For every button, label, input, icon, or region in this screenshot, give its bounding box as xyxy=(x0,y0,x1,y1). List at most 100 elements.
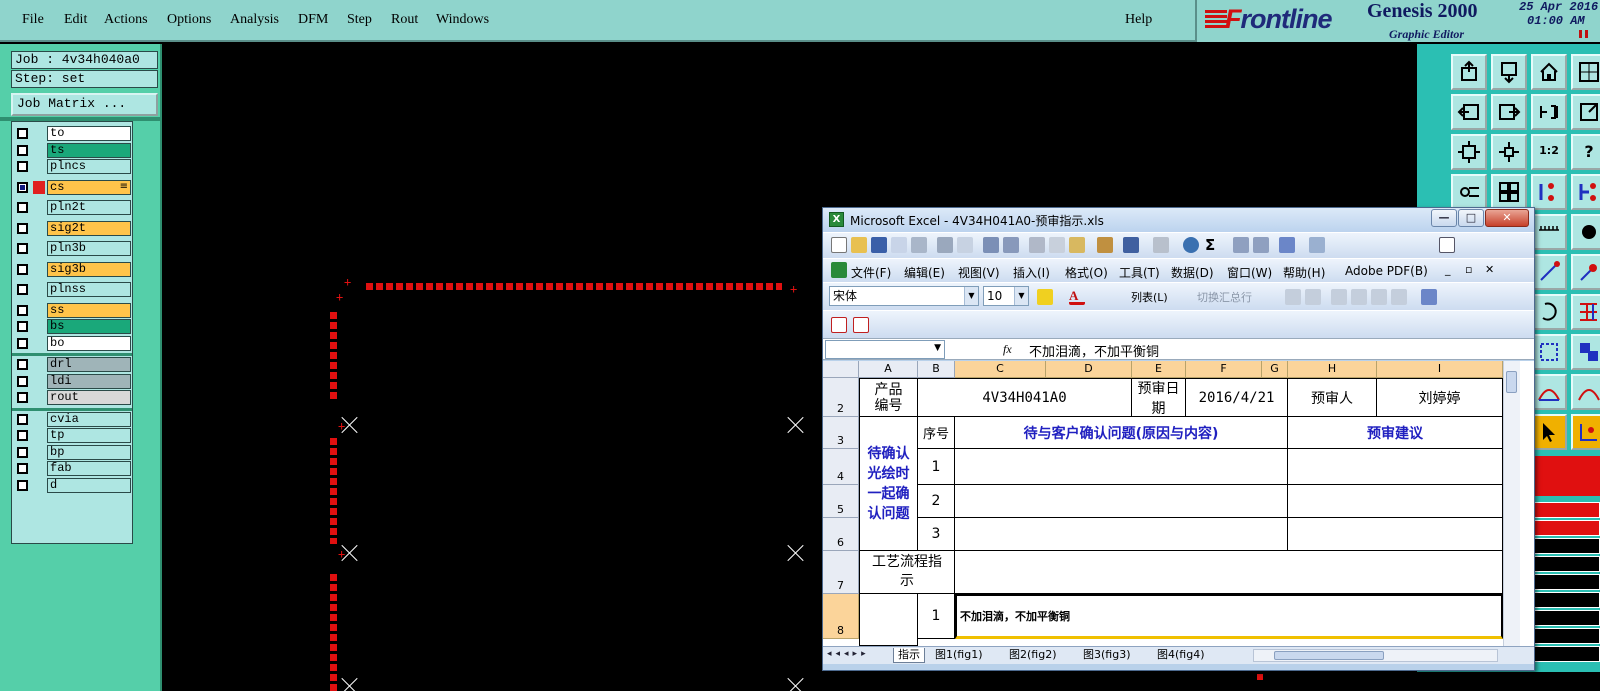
list-tool-icon[interactable] xyxy=(1351,289,1367,305)
layer-row[interactable]: ldi xyxy=(14,373,132,389)
print-icon[interactable] xyxy=(937,237,953,253)
font-color-icon[interactable]: A xyxy=(1069,289,1085,305)
layer-name[interactable]: bp xyxy=(47,444,131,460)
layer-row[interactable]: drl xyxy=(14,357,132,372)
toggle-total-row[interactable]: 切换汇总行 xyxy=(1197,289,1252,305)
layer-name[interactable]: fab xyxy=(47,461,131,476)
list-tool-icon[interactable] xyxy=(1305,289,1321,305)
email-icon[interactable] xyxy=(911,237,927,253)
worksheet[interactable]: A B C D E F G H I 2 3 4 5 6 7 8 产品 编号 4V… xyxy=(823,361,1534,646)
column-header[interactable]: G xyxy=(1262,361,1288,378)
rotate-icon[interactable] xyxy=(1531,294,1567,330)
layer-row[interactable]: rout xyxy=(14,390,132,405)
doc-close-button[interactable]: ✕ xyxy=(1485,263,1494,276)
layer-row[interactable]: fab xyxy=(14,461,132,476)
research-icon[interactable] xyxy=(1003,237,1019,253)
measure-icon[interactable] xyxy=(1451,174,1487,210)
cell-process-label[interactable]: 工艺流程指示 xyxy=(859,551,955,594)
cell-seq-1[interactable]: 1 xyxy=(918,449,955,485)
menu-edit[interactable]: 编辑(E) xyxy=(904,264,945,281)
doc-restore-button[interactable]: ▫ xyxy=(1465,263,1472,276)
pointer-icon[interactable] xyxy=(1531,414,1567,450)
layer-name[interactable]: d xyxy=(47,477,131,493)
pad-icon[interactable] xyxy=(1571,214,1600,250)
autosum-icon[interactable]: Σ xyxy=(1205,237,1221,253)
chart-icon[interactable] xyxy=(1421,289,1437,305)
menu-adobe-pdf[interactable]: Adobe PDF(B) xyxy=(1345,264,1428,278)
snap-pointer-icon[interactable] xyxy=(1571,414,1600,450)
select-box-icon[interactable] xyxy=(1531,334,1567,370)
layer-row[interactable]: pln2t xyxy=(14,200,132,215)
layer-name[interactable]: drl xyxy=(47,357,131,372)
grid-view-icon[interactable] xyxy=(1571,54,1600,90)
menu-options[interactable]: Options xyxy=(167,12,211,28)
layer-checkbox[interactable] xyxy=(17,243,28,254)
column-header[interactable]: A xyxy=(859,361,918,378)
column-header[interactable]: H xyxy=(1288,361,1377,378)
menu-actions[interactable]: Actions xyxy=(104,12,148,28)
cell-pending-label[interactable]: 待确认光绘时一起确认问题 xyxy=(859,417,918,551)
chart-wizard-icon[interactable] xyxy=(1279,237,1295,253)
menu-window[interactable]: 窗口(W) xyxy=(1227,264,1272,281)
tab-sheet[interactable]: 图2(fig2) xyxy=(1009,648,1057,663)
column-header[interactable]: F xyxy=(1186,361,1262,378)
snap-icon[interactable] xyxy=(1531,174,1567,210)
layer-row[interactable]: sig2t xyxy=(14,220,132,236)
vertical-scrollbar[interactable] xyxy=(1503,361,1520,646)
pads-group-icon[interactable] xyxy=(1571,334,1600,370)
layer-checkbox[interactable] xyxy=(17,128,28,139)
row-header[interactable]: 4 xyxy=(823,449,859,485)
row-header[interactable]: 3 xyxy=(823,417,859,449)
horizontal-scrollbar[interactable] xyxy=(1253,649,1498,662)
cell-confirm-header[interactable]: 待与客户确认问题(原因与内容) xyxy=(955,417,1288,449)
scroll-thumb[interactable] xyxy=(1506,371,1517,393)
name-box[interactable]: ▼ xyxy=(825,340,945,359)
row-header[interactable]: 7 xyxy=(823,551,859,594)
sort-descending-icon[interactable] xyxy=(1253,237,1269,253)
save-view-icon[interactable] xyxy=(1491,54,1527,90)
layer-checkbox[interactable] xyxy=(17,430,28,441)
maximize-button[interactable]: □ xyxy=(1458,209,1484,227)
spelling-icon[interactable] xyxy=(983,237,999,253)
excel-titlebar[interactable]: X Microsoft Excel - 4V34H041A0-预审指示.xls … xyxy=(823,208,1534,232)
layer-name[interactable]: pln2t xyxy=(47,200,131,215)
fx-icon[interactable]: fx xyxy=(1003,342,1012,357)
layer-name[interactable]: ts xyxy=(47,142,131,158)
layer-checkbox[interactable] xyxy=(17,375,28,387)
new-icon[interactable] xyxy=(831,237,847,253)
layer-name[interactable]: pln3b xyxy=(47,241,131,256)
list-menu[interactable]: 列表(L) xyxy=(1131,289,1168,305)
column-header[interactable]: D xyxy=(1046,361,1132,378)
job-matrix-button[interactable]: Job Matrix ... xyxy=(11,93,158,116)
toolbar-options-icon[interactable] xyxy=(1439,237,1455,253)
menu-step[interactable]: Step xyxy=(347,12,372,28)
layer-checkbox[interactable] xyxy=(17,321,28,332)
menu-help[interactable]: Help xyxy=(1125,12,1152,28)
layer-checkbox[interactable] xyxy=(17,479,28,491)
formula-input[interactable]: 不加泪滴，不加平衡铜 xyxy=(1029,341,1159,360)
layer-checkbox[interactable] xyxy=(17,222,28,234)
layer-name[interactable]: tp xyxy=(47,428,131,443)
layer-name[interactable]: bo xyxy=(47,335,131,351)
cell-reviewer[interactable]: 刘婷婷 xyxy=(1377,378,1503,417)
redo-icon[interactable] xyxy=(1153,237,1169,253)
close-button[interactable]: ✕ xyxy=(1485,209,1529,227)
font-size-select[interactable]: 10 ▼ xyxy=(983,286,1029,306)
list-tool-icon[interactable] xyxy=(1331,289,1347,305)
measure-arc-icon[interactable] xyxy=(1531,374,1567,410)
minimize-button[interactable]: — xyxy=(1431,209,1457,227)
pan-left-icon[interactable] xyxy=(1451,94,1487,130)
layer-row[interactable]: cvia xyxy=(14,411,132,427)
cell-advice-header[interactable]: 预审建议 xyxy=(1288,417,1503,449)
layer-row[interactable]: bs xyxy=(14,319,132,334)
cell-seq-label[interactable]: 序号 xyxy=(918,417,955,449)
open-icon[interactable] xyxy=(851,237,867,253)
layer-name[interactable]: cs ≡ xyxy=(47,179,131,195)
permission-icon[interactable] xyxy=(891,237,907,253)
home-icon[interactable] xyxy=(1531,54,1567,90)
font-name-select[interactable]: 宋体 ▼ xyxy=(829,286,979,306)
layer-checkbox[interactable] xyxy=(17,181,28,193)
layer-checkbox[interactable] xyxy=(17,359,28,370)
ruler-icon[interactable] xyxy=(1531,214,1567,250)
cell-empty[interactable] xyxy=(859,594,918,646)
